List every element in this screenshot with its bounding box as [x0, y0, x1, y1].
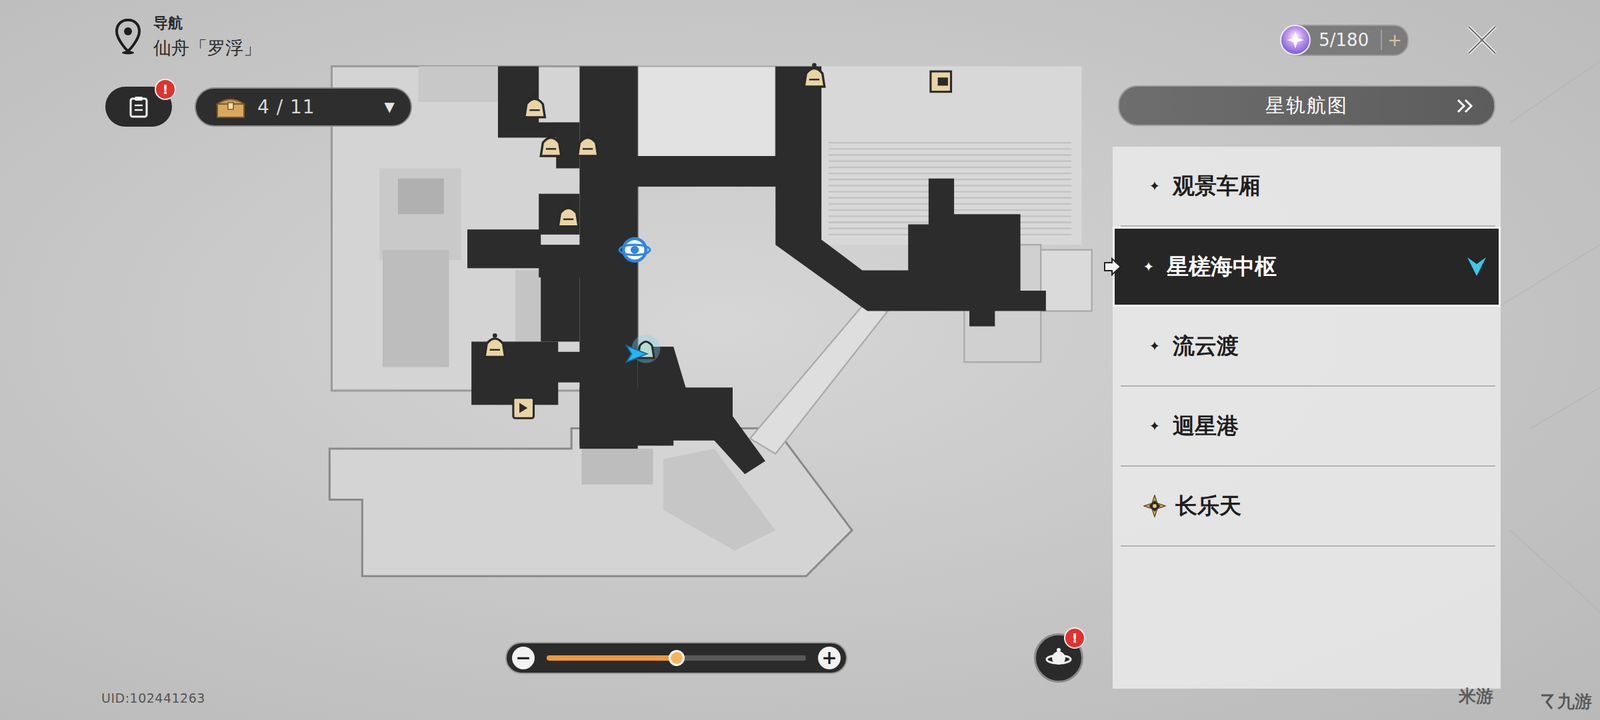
- stellar-jade-icon: [1278, 23, 1312, 57]
- zoom-in-button[interactable]: +: [818, 646, 841, 670]
- shop-pin-icon[interactable]: [524, 93, 546, 117]
- player-arrow-icon: [626, 346, 648, 362]
- events-badge: !: [1064, 627, 1086, 649]
- map-toolbar: ! 4 / 11 ▼: [105, 86, 1113, 127]
- area-item[interactable]: ✦ 迴星港: [1120, 386, 1496, 467]
- quest-badge: !: [154, 78, 176, 100]
- top-right-bar: 5/180 +: [1112, 22, 1501, 58]
- add-currency-button[interactable]: +: [1380, 30, 1402, 50]
- area-item[interactable]: ✦ 观景车厢: [1120, 146, 1496, 227]
- area-bullet: ✦: [1140, 258, 1158, 275]
- expand-chevron-icon[interactable]: [1465, 254, 1488, 279]
- zoom-thumb[interactable]: [668, 650, 685, 666]
- double-chevron-icon: [1455, 98, 1476, 114]
- current-location-icon: [1143, 494, 1166, 518]
- location-name: 仙舟「罗浮」: [153, 36, 262, 60]
- area-label: 观景车厢: [1172, 171, 1261, 202]
- zoom-track[interactable]: [546, 655, 806, 661]
- watermark: 米游: [1458, 684, 1494, 708]
- chest-icon: [214, 94, 247, 119]
- navigation-title: 导航: [153, 13, 262, 34]
- area-item[interactable]: 长乐天: [1120, 466, 1496, 547]
- area-bullet: ✦: [1146, 338, 1164, 354]
- right-column: 5/180 + 星轨航图 ✦ 观景车厢 ✦ 星槎海中枢 ✦ 流云渡 ✦ 迴星港长乐天: [1112, 0, 1501, 720]
- quest-button[interactable]: !: [105, 86, 172, 127]
- star-rail-map-button[interactable]: 星轨航图: [1118, 85, 1496, 126]
- area-bullet: ✦: [1146, 178, 1164, 194]
- chest-counter[interactable]: 4 / 11 ▼: [194, 87, 412, 127]
- exit-pin-icon[interactable]: [513, 398, 534, 419]
- planet-icon: [1045, 644, 1072, 672]
- location-pin-icon: [114, 18, 142, 56]
- shop-pin-icon[interactable]: [484, 333, 506, 357]
- clipboard-icon: [128, 95, 149, 118]
- zoom-fill: [546, 655, 677, 661]
- area-label: 长乐天: [1175, 491, 1242, 522]
- shop-pin-icon[interactable]: [540, 132, 562, 156]
- area-bullet: ✦: [1146, 418, 1164, 434]
- stellar-jade-counter[interactable]: 5/180 +: [1281, 24, 1409, 56]
- zoom-out-button[interactable]: −: [512, 646, 535, 670]
- map-buildings: [329, 66, 1092, 576]
- building-pin-icon[interactable]: [930, 71, 952, 92]
- watermark: 九游: [1538, 690, 1592, 714]
- events-button[interactable]: !: [1034, 633, 1084, 683]
- uid-label: UID:102441263: [101, 690, 1113, 706]
- map-grid: [1500, 61, 1600, 612]
- area-label: 星槎海中枢: [1166, 252, 1277, 282]
- area-item[interactable]: ✦ 流云渡: [1120, 306, 1496, 387]
- left-column: 导航仙舟「罗浮」!4 / 11▼−+!UID:102441263: [0, 0, 1113, 720]
- teleport-pin-icon[interactable]: [619, 238, 650, 262]
- shop-pin-icon[interactable]: [558, 202, 579, 226]
- area-label: 迴星港: [1172, 411, 1239, 442]
- map-walkways: [467, 66, 1046, 474]
- area-label: 流云渡: [1172, 331, 1239, 362]
- area-item[interactable]: ✦ 星槎海中枢: [1112, 226, 1501, 307]
- navigation-header: 导航仙舟「罗浮」: [105, 0, 1113, 60]
- chest-count: 4 / 11: [257, 96, 374, 118]
- pointer-icon: [1102, 257, 1123, 276]
- map-screen: 导航仙舟「罗浮」!4 / 11▼−+!UID:1024412635/180+星轨…: [0, 0, 1600, 720]
- area-list: ✦ 观景车厢 ✦ 星槎海中枢 ✦ 流云渡 ✦ 迴星港长乐天: [1112, 146, 1501, 689]
- map-hud: 导航仙舟「罗浮」!4 / 11▼−+!UID:1024412635/180+星轨…: [0, 0, 1600, 720]
- zoom-slider[interactable]: −+: [505, 642, 848, 674]
- bottom-controls: −+!: [105, 633, 1113, 683]
- shop-pin-icon[interactable]: [804, 63, 825, 87]
- jiuyou-logo-icon: [1538, 692, 1555, 712]
- chest-dropdown[interactable]: ▼: [384, 98, 395, 115]
- stellar-jade-amount: 5/180: [1318, 30, 1374, 50]
- shop-pin-icon[interactable]: [577, 132, 598, 156]
- close-icon[interactable]: [1464, 22, 1500, 58]
